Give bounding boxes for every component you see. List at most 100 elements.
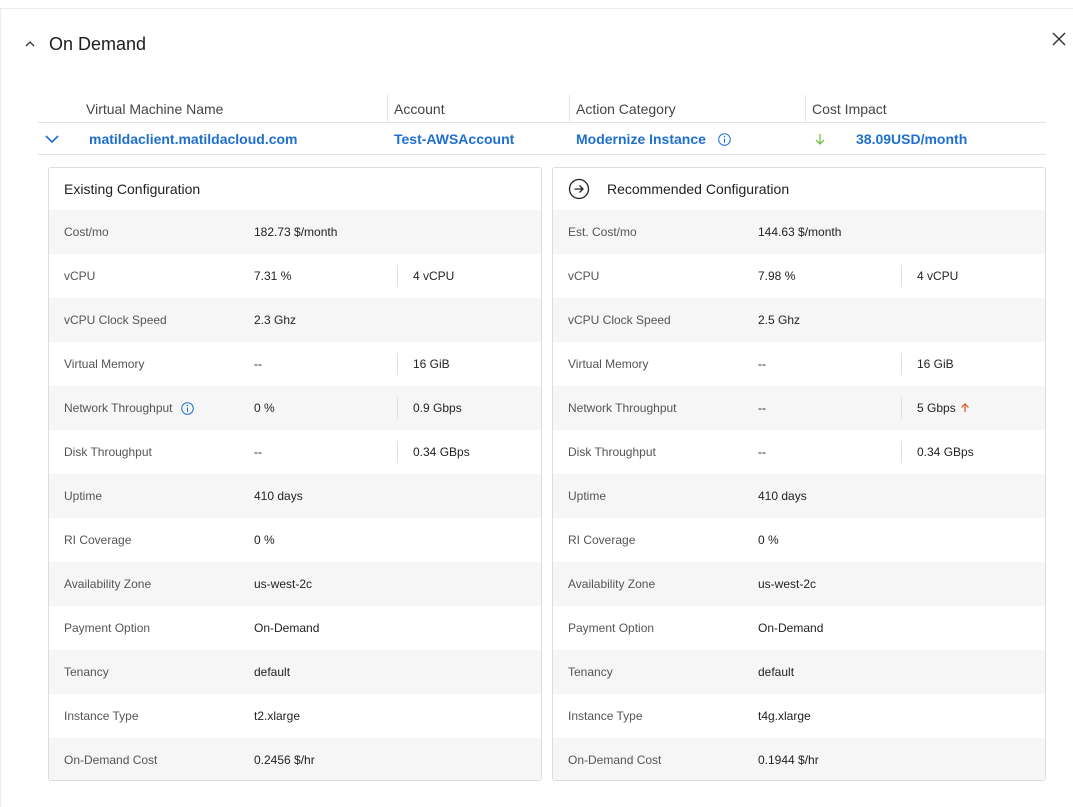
config-row-value: --	[758, 401, 766, 415]
config-label-text: Instance Type	[568, 709, 643, 723]
config-row-disk-throughput: Disk Throughput -- 0.34 GBps	[553, 430, 1045, 474]
arrow-down-icon	[815, 133, 825, 145]
config-extra-text: 16 GiB	[917, 357, 954, 371]
config-row-on-demand-cost: On-Demand Cost 0.2456 $/hr	[49, 738, 541, 780]
recommended-configuration-card: Recommended Configuration Est. Cost/mo 14…	[552, 167, 1046, 781]
config-row-value: us-west-2c	[758, 577, 817, 591]
chevron-up-icon[interactable]	[23, 37, 37, 51]
config-row-payment-option: Payment Option On-Demand	[553, 606, 1045, 650]
section-header[interactable]: On Demand	[23, 31, 146, 57]
config-label-text: On-Demand Cost	[568, 753, 662, 767]
config-row-value: t2.xlarge	[254, 709, 301, 723]
config-row-value: 7.31 %	[254, 269, 292, 283]
config-row-label: Disk Throughput	[49, 445, 254, 459]
account-link[interactable]: Test-AWSAccount	[394, 131, 514, 147]
action-category-cell: Modernize Instance	[570, 131, 806, 147]
vm-cell: matildaclient.matildacloud.com	[38, 131, 388, 147]
config-row-value: 144.63 $/month	[758, 225, 842, 239]
config-row-uptime: Uptime 410 days	[49, 474, 541, 518]
column-header-account[interactable]: Account	[388, 95, 570, 122]
config-row-label: Uptime	[553, 489, 758, 503]
config-extra-text: 16 GiB	[413, 357, 450, 371]
info-icon[interactable]	[718, 133, 731, 147]
config-label-text: Uptime	[64, 489, 103, 503]
config-row-extra: 0.9 Gbps	[397, 397, 462, 419]
config-row-payment-option: Payment Option On-Demand	[49, 606, 541, 650]
config-extra-text: 0.34 GBps	[413, 445, 470, 459]
info-icon[interactable]	[180, 401, 194, 415]
config-row-value: --	[254, 445, 262, 459]
config-label-text: vCPU	[64, 269, 96, 283]
config-row-value: 2.5 Ghz	[758, 313, 801, 327]
config-row-virtual-memory: Virtual Memory -- 16 GiB	[553, 342, 1045, 386]
config-row-value: --	[758, 357, 766, 371]
config-row-label: Instance Type	[49, 709, 254, 723]
config-row-label: Network Throughput	[553, 401, 758, 415]
config-label-text: Instance Type	[64, 709, 139, 723]
config-row-label: Disk Throughput	[553, 445, 758, 459]
config-row-value: t4g.xlarge	[758, 709, 811, 723]
config-label-text: Network Throughput	[568, 401, 677, 415]
config-row-label: RI Coverage	[553, 533, 758, 547]
vm-name-link[interactable]: matildaclient.matildacloud.com	[89, 131, 298, 147]
config-extra-text: 4 vCPU	[413, 269, 455, 283]
config-label-text: RI Coverage	[568, 533, 636, 547]
config-row-value: 2.3 Ghz	[254, 313, 297, 327]
config-row-extra: 16 GiB	[397, 353, 450, 375]
config-row-value: 410 days	[254, 489, 303, 503]
config-row-label: Availability Zone	[49, 577, 254, 591]
config-row-label: Cost/mo	[49, 225, 254, 239]
config-row-label: vCPU	[553, 269, 758, 283]
config-row-label: Virtual Memory	[49, 357, 254, 371]
config-extra-text: 0.34 GBps	[917, 445, 974, 459]
config-row-value: 410 days	[758, 489, 807, 503]
config-row-ri-coverage: RI Coverage 0 %	[49, 518, 541, 562]
config-label-text: RI Coverage	[64, 533, 132, 547]
config-row-virtual-memory: Virtual Memory -- 16 GiB	[49, 342, 541, 386]
config-label-text: Uptime	[568, 489, 607, 503]
circle-arrow-right-icon[interactable]	[568, 178, 590, 200]
config-row-tenancy: Tenancy default	[553, 650, 1045, 694]
config-row-value: 7.98 %	[758, 269, 796, 283]
recommended-configuration-header: Recommended Configuration	[553, 168, 1045, 210]
config-row-label: Tenancy	[553, 665, 758, 679]
column-header-cost-impact[interactable]: Cost Impact	[806, 95, 1046, 122]
config-extra-text: 0.9 Gbps	[413, 401, 462, 415]
config-row-value: 0 %	[758, 533, 779, 547]
cost-impact-value: 38.09USD/month	[856, 130, 968, 147]
existing-configuration-rows: Cost/mo 182.73 $/month vCPU 7.31 % 4 vCPU vCP…	[49, 210, 541, 780]
config-row-value: us-west-2c	[254, 577, 313, 591]
config-row-network-throughput: Network Throughput 0 % 0.9 Gbps	[49, 386, 541, 430]
table-row[interactable]: matildaclient.matildacloud.com Test-AWSA…	[38, 123, 1046, 155]
config-row-label: On-Demand Cost	[553, 753, 758, 767]
column-header-vm-name[interactable]: Virtual Machine Name	[38, 95, 388, 122]
config-row-value: 0.2456 $/hr	[254, 753, 315, 767]
arrow-up-icon	[960, 403, 969, 412]
config-row-instance-type: Instance Type t4g.xlarge	[553, 694, 1045, 738]
config-row-label: Est. Cost/mo	[553, 225, 758, 239]
close-icon[interactable]	[1049, 29, 1069, 49]
config-row-availability-zone: Availability Zone us-west-2c	[553, 562, 1045, 606]
config-row-label: Payment Option	[49, 621, 254, 635]
config-label-text: Tenancy	[568, 665, 613, 679]
action-category-link[interactable]: Modernize Instance	[576, 131, 706, 147]
config-label-text: vCPU	[568, 269, 600, 283]
config-label-text: Availability Zone	[64, 577, 152, 591]
column-header-action-category[interactable]: Action Category	[570, 95, 806, 122]
config-row-label: Network Throughput	[49, 401, 254, 415]
summary-table: Virtual Machine Name Account Action Cate…	[38, 95, 1046, 155]
config-label-text: Payment Option	[568, 621, 655, 635]
config-row-extra: 16 GiB	[901, 353, 954, 375]
config-row-label: Instance Type	[553, 709, 758, 723]
config-row-extra: 0.34 GBps	[901, 441, 974, 463]
config-row-label: Tenancy	[49, 665, 254, 679]
config-row-vcpu-clock-speed: vCPU Clock Speed 2.3 Ghz	[49, 298, 541, 342]
config-row-label: On-Demand Cost	[49, 753, 254, 767]
config-row-value: On-Demand	[758, 621, 824, 635]
config-row-disk-throughput: Disk Throughput -- 0.34 GBps	[49, 430, 541, 474]
config-label-text: Cost/mo	[64, 225, 109, 239]
existing-configuration-title: Existing Configuration	[64, 181, 201, 197]
chevron-down-icon[interactable]	[44, 131, 60, 147]
config-row-network-throughput: Network Throughput -- 5 Gbps	[553, 386, 1045, 430]
config-row-on-demand-cost: On-Demand Cost 0.1944 $/hr	[553, 738, 1045, 780]
